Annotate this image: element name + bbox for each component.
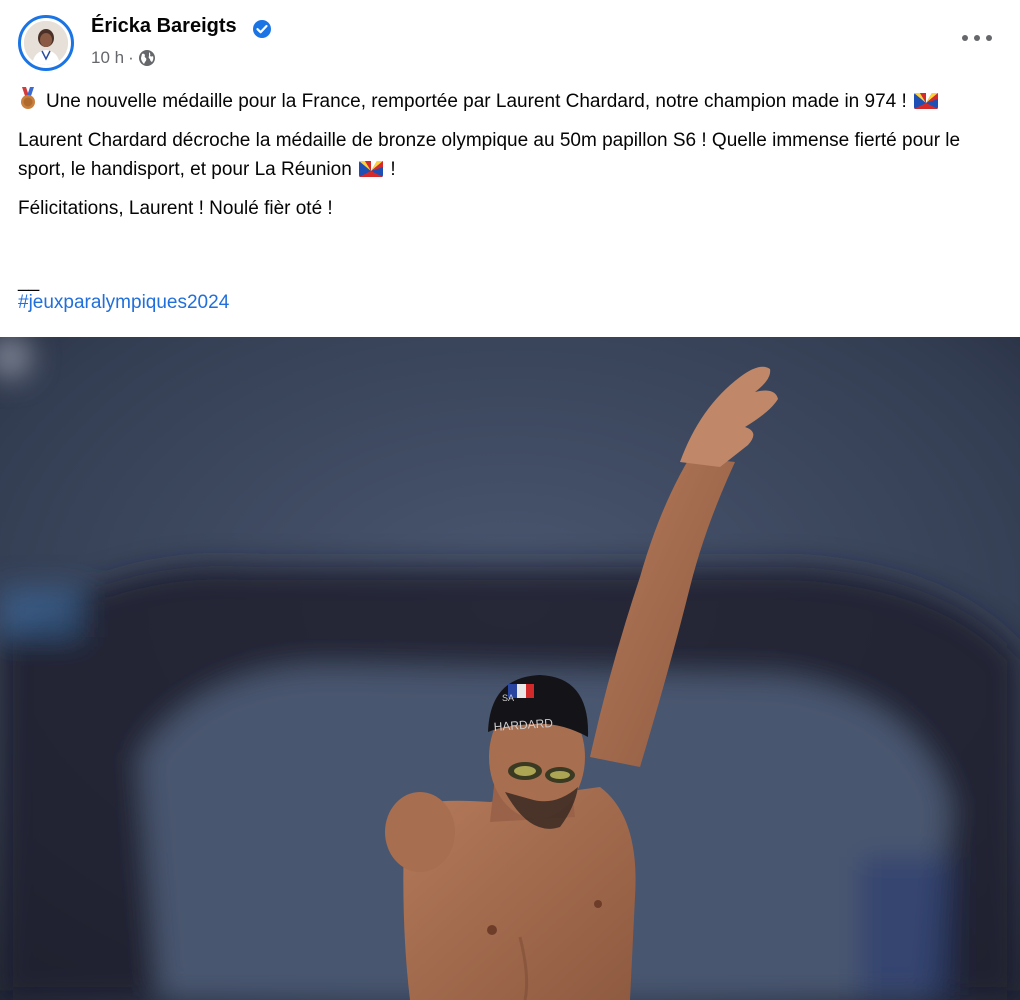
paragraph-2-end: ! [390, 159, 396, 180]
paragraph-1-text: Une nouvelle médaille pour la France, re… [46, 91, 907, 112]
paragraph-2-text: Laurent Chardard décroche la médaille de… [18, 130, 961, 180]
cap-code: SA [502, 693, 514, 703]
swimmer-photo: HARDARD SA [0, 337, 1020, 1000]
post-text: Une nouvelle médaille pour la France, re… [18, 87, 1008, 233]
author-avatar[interactable] [18, 15, 74, 71]
reunion-flag-emoji [914, 93, 939, 109]
verified-badge-icon [253, 20, 271, 38]
meta-separator: · [128, 48, 134, 67]
author-name[interactable]: Éricka Bareigts [91, 15, 237, 38]
paragraph-2: Laurent Chardard décroche la médaille de… [18, 126, 1008, 184]
reunion-flag-emoji [359, 161, 384, 177]
post-header: Éricka Bareigts 10 h · [0, 0, 1020, 80]
hashtag-link[interactable]: #jeuxparalympiques2024 [18, 292, 229, 314]
post-photo[interactable]: HARDARD SA [0, 337, 1020, 1000]
avatar-photo [24, 21, 68, 65]
globe-icon[interactable] [138, 49, 156, 67]
more-options-icon[interactable] [962, 28, 992, 48]
separator-dash: __ [18, 271, 40, 292]
paragraph-1: Une nouvelle médaille pour la France, re… [18, 87, 1008, 116]
paragraph-3: Félicitations, Laurent ! Noulé fièr oté … [18, 198, 333, 219]
bronze-medal-emoji [21, 87, 35, 109]
post-meta: 10 h · [91, 48, 156, 68]
post-time[interactable]: 10 h [91, 48, 124, 68]
